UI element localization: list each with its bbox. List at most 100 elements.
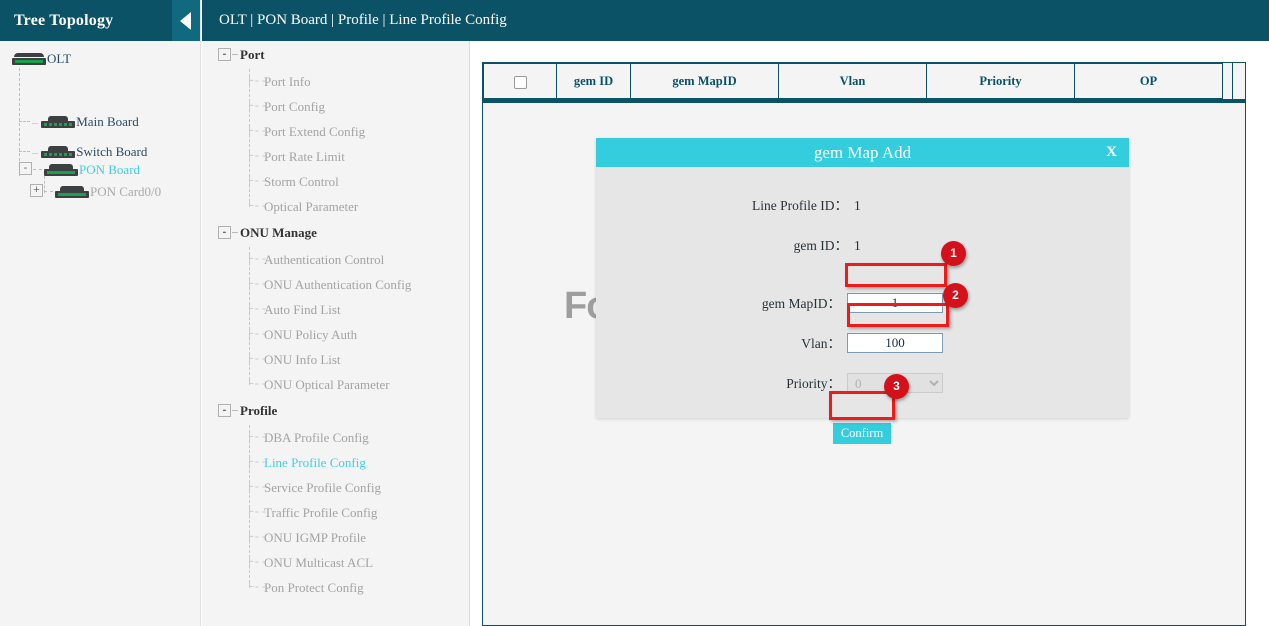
menu-group: -Port├--Port Info├--Port Config├--Port E… — [202, 41, 469, 219]
field-gem-mapid: gem MapID： — [596, 293, 1129, 315]
tree-node-pon-board[interactable]: PON Board — [44, 159, 140, 179]
sidebar-item-label: Optical Parameter — [264, 199, 358, 214]
sidebar-item-authentication-control[interactable]: ├--Authentication Control — [202, 247, 469, 272]
sidebar-item-optical-parameter[interactable]: └--Optical Parameter — [202, 194, 469, 219]
menu-connector — [232, 232, 238, 233]
table-header: gem IDgem MapIDVlanPriorityOP — [483, 63, 1245, 103]
menu-group-toggle[interactable]: - — [218, 226, 231, 239]
sidebar-item-label: Port Info — [264, 74, 311, 89]
table-column-header: gem ID — [557, 63, 631, 99]
menu-item-list: ├--Port Info├--Port Config├--Port Extend… — [202, 69, 469, 219]
sidebar-item-onu-multicast-acl[interactable]: ├--ONU Multicast ACL — [202, 550, 469, 575]
checkbox-unchecked-icon[interactable] — [514, 76, 527, 89]
field-label: Vlan： — [596, 333, 841, 355]
menu-group-label: Port — [240, 47, 265, 62]
field-label: Priority： — [596, 373, 841, 395]
field-value: 1 — [854, 235, 861, 257]
tree-toggle-pon-card[interactable]: + — [30, 184, 43, 197]
sidebar-item-label: ONU Optical Parameter — [264, 377, 390, 392]
sidebar-item-label: ONU Authentication Config — [264, 277, 411, 292]
field-label: Line Profile ID： — [596, 195, 848, 217]
device-board-icon — [55, 186, 89, 198]
menu-group-header[interactable]: -Profile — [202, 397, 469, 425]
menu-item-connector: ├-- — [246, 475, 268, 500]
menu-group-header[interactable]: -Port — [202, 41, 469, 69]
sidebar-item-onu-igmp-profile[interactable]: ├--ONU IGMP Profile — [202, 525, 469, 550]
tree-topology-header: Tree Topology — [0, 0, 200, 41]
table-column-header: Vlan — [779, 63, 927, 99]
menu-group-label: ONU Manage — [240, 225, 317, 240]
sidebar-item-line-profile-config[interactable]: ├--Line Profile Config — [202, 450, 469, 475]
device-board-icon — [41, 146, 75, 158]
sidebar-item-label: Port Config — [264, 99, 325, 114]
tree-node-list: OLT – Main Board – Switch Board — [0, 41, 200, 47]
menu-item-connector: ├-- — [246, 94, 268, 119]
tree-toggle-pon-board[interactable]: - — [19, 162, 32, 175]
confirm-button[interactable]: Confirm — [833, 423, 891, 444]
menu-item-connector: ├-- — [246, 297, 268, 322]
device-flat-icon — [12, 53, 46, 65]
sidebar-item-port-config[interactable]: ├--Port Config — [202, 94, 469, 119]
priority-select[interactable]: 0 — [847, 373, 943, 393]
sidebar-item-label: Line Profile Config — [264, 455, 366, 470]
menu-group-toggle[interactable]: - — [218, 48, 231, 61]
collapse-left-arrow-icon[interactable] — [172, 0, 200, 41]
field-line-profile-id: Line Profile ID： 1 — [596, 195, 1129, 217]
menu-item-connector: └-- — [246, 372, 268, 397]
dialog-title-bar: gem Map Add X — [596, 138, 1129, 167]
table-tail-column — [1232, 63, 1245, 99]
tree-topology-title: Tree Topology — [14, 12, 113, 29]
menu-item-connector: ├-- — [246, 550, 268, 575]
sidebar-item-label: Service Profile Config — [264, 480, 381, 495]
tree-connector — [19, 151, 30, 152]
menu-item-connector: ├-- — [246, 119, 268, 144]
menu-item-connector: ├-- — [246, 322, 268, 347]
breadcrumb: OLT | PON Board | Profile | Line Profile… — [202, 0, 1269, 41]
sidebar-item-label: Port Extend Config — [264, 124, 365, 139]
menu-item-connector: └-- — [246, 194, 268, 219]
sidebar-item-dba-profile-config[interactable]: ├--DBA Profile Config — [202, 425, 469, 450]
sidebar-item-label: DBA Profile Config — [264, 430, 369, 445]
sidebar-item-onu-authentication-config[interactable]: ├--ONU Authentication Config — [202, 272, 469, 297]
menu-group-label: Profile — [240, 403, 277, 418]
table-column-header: Priority — [927, 63, 1075, 99]
dialog-title: gem Map Add — [596, 138, 1129, 167]
sidebar-item-label: Auto Find List — [264, 302, 341, 317]
close-x-icon[interactable]: X — [1106, 138, 1117, 167]
sidebar-item-label: Storm Control — [264, 174, 339, 189]
field-gem-id: gem ID： 1 — [596, 235, 1129, 257]
sidebar-item-port-extend-config[interactable]: ├--Port Extend Config — [202, 119, 469, 144]
menu-item-connector: ├-- — [246, 272, 268, 297]
sidebar-item-onu-optical-parameter[interactable]: └--ONU Optical Parameter — [202, 372, 469, 397]
menu-group-header[interactable]: -ONU Manage — [202, 219, 469, 247]
table-column-header: OP — [1075, 63, 1223, 99]
sidebar-item-onu-info-list[interactable]: ├--ONU Info List — [202, 347, 469, 372]
sidebar-item-auto-find-list[interactable]: ├--Auto Find List — [202, 297, 469, 322]
tree-trunk-line — [19, 68, 20, 176]
sidebar-item-traffic-profile-config[interactable]: ├--Traffic Profile Config — [202, 500, 469, 525]
sidebar-item-pon-protect-config[interactable]: └--Pon Protect Config — [202, 575, 469, 600]
menu-item-connector: ├-- — [246, 247, 268, 272]
menu-item-connector: ├-- — [246, 347, 268, 372]
menu-item-connector: ├-- — [246, 525, 268, 550]
tree-node-olt[interactable]: OLT — [12, 48, 71, 68]
sidebar-item-port-rate-limit[interactable]: ├--Port Rate Limit — [202, 144, 469, 169]
sidebar-item-service-profile-config[interactable]: ├--Service Profile Config — [202, 475, 469, 500]
sidebar-item-label: Traffic Profile Config — [264, 505, 377, 520]
menu-item-list: ├--Authentication Control├--ONU Authenti… — [202, 247, 469, 397]
dialog-body: Line Profile ID： 1 gem ID： 1 gem MapID： … — [596, 167, 1129, 418]
sidebar-item-label: Pon Protect Config — [264, 580, 364, 595]
gem-mapid-input[interactable] — [847, 293, 943, 313]
menu-item-connector: ├-- — [246, 500, 268, 525]
sidebar-item-storm-control[interactable]: ├--Storm Control — [202, 169, 469, 194]
sidebar-item-port-info[interactable]: ├--Port Info — [202, 69, 469, 94]
tree-node-pon-card[interactable]: PON Card0/0 — [55, 181, 161, 201]
tree-node-switch-board[interactable]: – Switch Board — [32, 141, 147, 161]
sidebar-item-onu-policy-auth[interactable]: ├--ONU Policy Auth — [202, 322, 469, 347]
vlan-input[interactable] — [847, 333, 943, 353]
menu-group-toggle[interactable]: - — [218, 404, 231, 417]
tree-node-main-board[interactable]: – Main Board — [32, 111, 139, 131]
tree-connector — [19, 121, 30, 122]
tree-connector — [44, 191, 53, 192]
field-priority: Priority： 0 — [596, 373, 1129, 395]
